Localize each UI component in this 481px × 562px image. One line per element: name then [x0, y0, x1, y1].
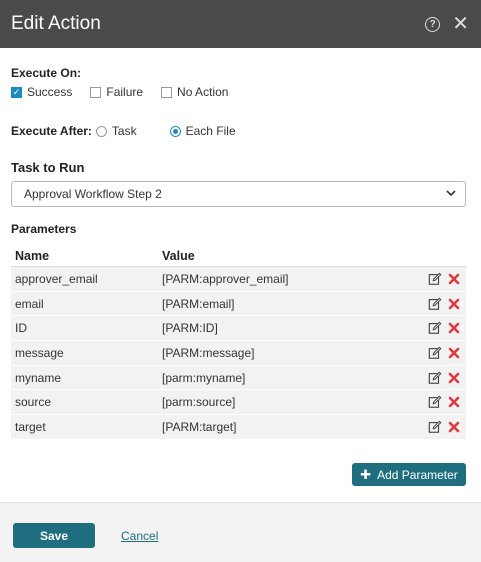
delete-icon[interactable] — [448, 396, 460, 408]
row-actions — [426, 346, 466, 360]
delete-icon[interactable] — [448, 322, 460, 334]
edit-icon[interactable] — [428, 395, 442, 409]
radio-task[interactable]: Task — [95, 124, 137, 138]
param-name: myname — [15, 370, 62, 385]
add-parameter-button[interactable]: ✚ Add Parameter — [352, 463, 466, 486]
execute-on-options: ✓ Success Failure No Action — [11, 85, 246, 99]
parameters-label: Parameters — [11, 222, 77, 236]
row-actions — [426, 420, 466, 434]
checkbox-success-label: Success — [27, 85, 73, 99]
row-actions — [426, 395, 466, 409]
edit-icon[interactable] — [428, 420, 442, 434]
close-icon[interactable]: ✕ — [452, 14, 469, 34]
execute-on-label: Execute On: — [11, 66, 82, 80]
param-name: email — [15, 296, 44, 311]
param-name: message — [15, 345, 64, 360]
edit-icon[interactable] — [428, 371, 442, 385]
param-name: ID — [15, 321, 27, 336]
edit-icon[interactable] — [428, 272, 442, 286]
param-value: [PARM:ID] — [162, 321, 218, 336]
dialog-title: Edit Action — [11, 13, 101, 34]
checkbox-no-action-label: No Action — [177, 85, 229, 99]
delete-icon[interactable] — [448, 273, 460, 285]
param-name: source — [15, 395, 52, 410]
checkbox-no-action-box[interactable] — [161, 86, 173, 98]
plus-icon: ✚ — [360, 466, 372, 482]
checkbox-success[interactable]: ✓ Success — [11, 85, 72, 99]
save-button[interactable]: Save — [13, 523, 95, 548]
param-value: [PARM:message] — [162, 345, 255, 360]
edit-icon[interactable] — [428, 321, 442, 335]
dialog-footer: Save Cancel — [0, 502, 481, 562]
table-row: email [PARM:email] — [11, 291, 466, 317]
radio-task-circle[interactable] — [95, 125, 107, 137]
radio-each-file-circle[interactable] — [169, 125, 181, 137]
checkbox-failure-label: Failure — [106, 85, 144, 99]
checkbox-failure-box[interactable] — [90, 86, 102, 98]
row-actions — [426, 321, 466, 335]
delete-icon[interactable] — [448, 298, 460, 310]
column-header-value: Value — [162, 248, 195, 263]
param-name: target — [15, 419, 46, 434]
radio-each-file[interactable]: Each File — [169, 124, 236, 138]
table-row: target [PARM:target] — [11, 415, 466, 440]
cancel-link[interactable]: Cancel — [121, 529, 158, 543]
table-row: myname [parm:myname] — [11, 365, 466, 391]
checkbox-no-action[interactable]: No Action — [161, 85, 228, 99]
task-select-value: Approval Workflow Step 2 — [24, 187, 162, 201]
row-actions — [426, 371, 466, 385]
row-actions — [426, 297, 466, 311]
checkbox-failure[interactable]: Failure — [90, 85, 143, 99]
task-select[interactable]: Approval Workflow Step 2 — [11, 181, 466, 207]
param-value: [PARM:approver_email] — [162, 271, 289, 286]
task-to-run-label: Task to Run — [11, 160, 85, 175]
add-parameter-label: Add Parameter — [377, 467, 458, 482]
delete-icon[interactable] — [448, 372, 460, 384]
table-row: message [PARM:message] — [11, 341, 466, 366]
column-header-name: Name — [15, 248, 50, 263]
table-header: Name Value — [11, 245, 466, 267]
radio-each-file-label: Each File — [185, 124, 236, 138]
radio-task-label: Task — [111, 124, 137, 138]
dialog-header: Edit Action ? ✕ — [0, 0, 481, 48]
param-value: [PARM:email] — [162, 296, 235, 311]
delete-icon[interactable] — [448, 421, 460, 433]
table-row: approver_email [PARM:approver_email] — [11, 267, 466, 292]
execute-after-label: Execute After: — [11, 124, 92, 138]
param-value: [PARM:target] — [162, 419, 237, 434]
chevron-down-icon — [446, 188, 456, 200]
table-row: ID [PARM:ID] — [11, 316, 466, 342]
table-row: source [parm:source] — [11, 390, 466, 416]
edit-action-dialog: Edit Action ? ✕ Execute On: ✓ Success Fa… — [0, 0, 481, 562]
edit-icon[interactable] — [428, 346, 442, 360]
param-name: approver_email — [15, 271, 98, 286]
row-actions — [426, 272, 466, 286]
param-value: [parm:myname] — [162, 370, 246, 385]
param-value: [parm:source] — [162, 395, 236, 410]
help-icon[interactable]: ? — [425, 16, 441, 32]
delete-icon[interactable] — [448, 347, 460, 359]
checkbox-success-box[interactable]: ✓ — [11, 86, 22, 98]
parameters-table: Name Value approver_email [PARM:approver_… — [11, 245, 466, 440]
edit-icon[interactable] — [428, 297, 442, 311]
execute-after-group: Execute After: Task Each File — [11, 124, 269, 138]
